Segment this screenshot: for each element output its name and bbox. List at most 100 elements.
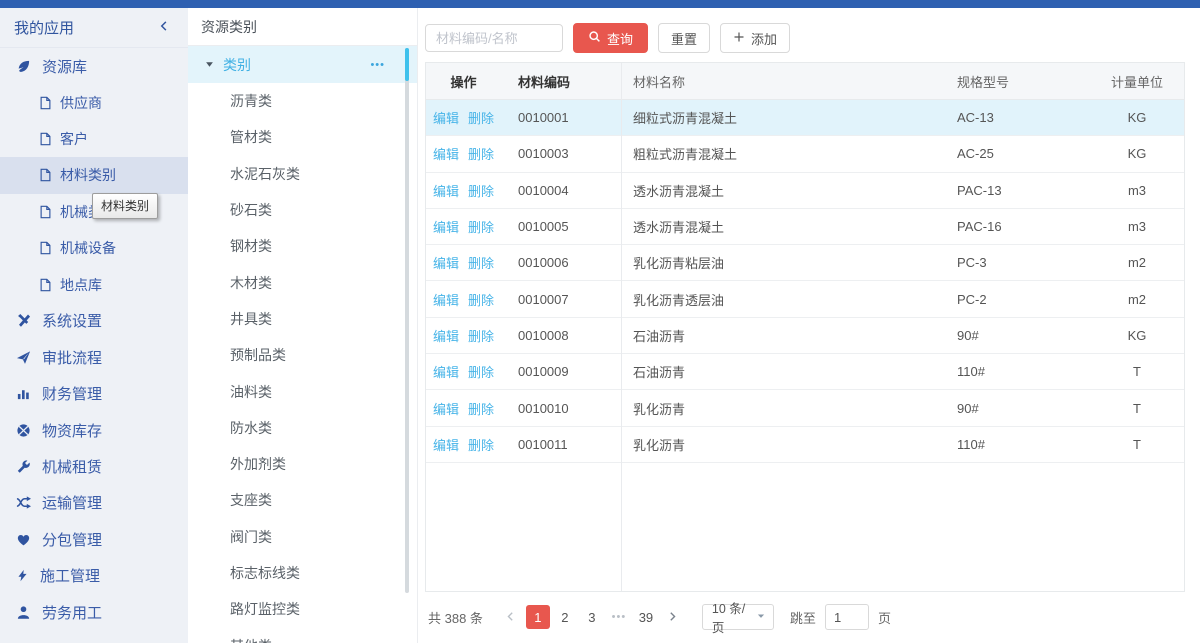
category-item[interactable]: 阀门类 (188, 519, 417, 555)
edit-link[interactable]: 编辑 (433, 217, 459, 236)
sidebar-item-label: 分包管理 (42, 529, 102, 550)
leaf-icon (16, 59, 31, 74)
main-content: 查询 重置 添加 操作 材料编码 材料名称 规格型号 计量单位 编辑删除 001… (418, 8, 1200, 643)
edit-link[interactable]: 编辑 (433, 399, 459, 418)
table-row[interactable]: 编辑删除 0010011 乳化沥青 110# T (426, 427, 1184, 463)
edit-link[interactable]: 编辑 (433, 181, 459, 200)
search-input[interactable] (425, 24, 563, 52)
paper-plane-icon (16, 350, 31, 365)
edit-link[interactable]: 编辑 (433, 108, 459, 127)
table-row[interactable]: 编辑删除 0010006 乳化沥青粘层油 PC-3 m2 (426, 245, 1184, 281)
tools-icon (16, 313, 31, 328)
sidebar-item-machine-equipment[interactable]: 机械设备 (0, 230, 188, 266)
material-code: 0010005 (501, 219, 621, 234)
category-item[interactable]: 井具类 (188, 301, 417, 337)
sidebar-item-finance-management[interactable]: 财务管理 (0, 376, 188, 412)
sidebar-item-label: 劳务用工 (42, 602, 102, 623)
delete-link[interactable]: 删除 (468, 108, 494, 127)
table-row[interactable]: 编辑删除 0010010 乳化沥青 90# T (426, 390, 1184, 426)
edit-link[interactable]: 编辑 (433, 435, 459, 454)
category-item[interactable]: 砂石类 (188, 192, 417, 228)
edit-link[interactable]: 编辑 (433, 326, 459, 345)
query-button[interactable]: 查询 (573, 23, 648, 53)
column-header-actions: 操作 (426, 72, 501, 91)
table-row[interactable]: 编辑删除 0010004 透水沥青混凝土 PAC-13 m3 (426, 173, 1184, 209)
category-item[interactable]: 钢材类 (188, 228, 417, 264)
delete-link[interactable]: 删除 (468, 326, 494, 345)
sidebar-item-construction-management[interactable]: 施工管理 (0, 557, 188, 593)
delete-link[interactable]: 删除 (468, 181, 494, 200)
collapse-sidebar-button[interactable] (158, 19, 170, 36)
category-item[interactable]: 支座类 (188, 482, 417, 518)
sidebar-item-resource-library[interactable]: 资源库 (0, 48, 188, 84)
sidebar-item-subcontract-management[interactable]: 分包管理 (0, 521, 188, 557)
edit-link[interactable]: 编辑 (433, 362, 459, 381)
table-row[interactable]: 编辑删除 0010001 细粒式沥青混凝土 AC-13 KG (426, 100, 1184, 136)
category-item[interactable]: 标志标线类 (188, 555, 417, 591)
delete-link[interactable]: 删除 (468, 290, 494, 309)
delete-link[interactable]: 删除 (468, 217, 494, 236)
category-item[interactable]: 沥青类 (188, 83, 417, 119)
material-unit: m2 (1090, 255, 1184, 270)
category-item[interactable]: 防水类 (188, 410, 417, 446)
page-size-select[interactable]: 10 条/页 (702, 604, 774, 630)
document-icon (39, 241, 52, 255)
caret-down-icon[interactable] (205, 60, 214, 69)
sidebar-item-location-library[interactable]: 地点库 (0, 266, 188, 302)
delete-link[interactable]: 删除 (468, 362, 494, 381)
sidebar-item-material-category[interactable]: 材料类别 (0, 157, 188, 193)
material-name: 乳化沥青 (621, 435, 940, 454)
delete-link[interactable]: 删除 (468, 253, 494, 272)
category-panel: 资源类别 类别 ••• 沥青类 管材类 水泥石灰类 砂石类 钢材类 木材类 井具… (188, 8, 418, 643)
chevron-right-icon (667, 610, 678, 625)
sidebar-item-system-settings[interactable]: 系统设置 (0, 303, 188, 339)
more-actions-icon[interactable]: ••• (370, 59, 385, 71)
table-row[interactable]: 编辑删除 0010003 粗粒式沥青混凝土 AC-25 KG (426, 136, 1184, 172)
delete-link[interactable]: 删除 (468, 399, 494, 418)
next-page-button[interactable] (661, 605, 685, 629)
sidebar-item-supplier[interactable]: 供应商 (0, 84, 188, 120)
page-number-button[interactable]: 39 (634, 605, 658, 629)
table-row[interactable]: 编辑删除 0010009 石油沥青 110# T (426, 354, 1184, 390)
category-item[interactable]: 预制品类 (188, 337, 417, 373)
category-scrollbar[interactable] (405, 48, 409, 593)
sidebar-item-material-inventory[interactable]: 物资库存 (0, 412, 188, 448)
category-item[interactable]: 水泥石灰类 (188, 156, 417, 192)
add-button[interactable]: 添加 (720, 23, 790, 53)
previous-page-button[interactable] (499, 605, 523, 629)
material-code: 0010004 (501, 183, 621, 198)
table-row[interactable]: 编辑删除 0010008 石油沥青 90# KG (426, 318, 1184, 354)
reset-button[interactable]: 重置 (658, 23, 710, 53)
edit-link[interactable]: 编辑 (433, 290, 459, 309)
page-number-button[interactable]: 1 (526, 605, 550, 629)
chevron-left-icon (505, 610, 516, 625)
page-unit-label: 页 (878, 608, 891, 627)
sidebar-item-machine-rental[interactable]: 机械租赁 (0, 448, 188, 484)
sidebar-item-customer[interactable]: 客户 (0, 121, 188, 157)
jump-page-input[interactable] (825, 604, 869, 630)
caret-down-icon (756, 610, 766, 624)
delete-link[interactable]: 删除 (468, 435, 494, 454)
material-code: 0010009 (501, 364, 621, 379)
sidebar-item-approval-flow[interactable]: 审批流程 (0, 339, 188, 375)
delete-link[interactable]: 删除 (468, 144, 494, 163)
table-row[interactable]: 编辑删除 0010007 乳化沥青透层油 PC-2 m2 (426, 281, 1184, 317)
edit-link[interactable]: 编辑 (433, 253, 459, 272)
page-ellipsis-icon[interactable]: ••• (607, 605, 631, 629)
edit-link[interactable]: 编辑 (433, 144, 459, 163)
material-unit: KG (1090, 110, 1184, 125)
page-number-button[interactable]: 3 (580, 605, 604, 629)
table-row[interactable]: 编辑删除 0010005 透水沥青混凝土 PAC-16 m3 (426, 209, 1184, 245)
category-item[interactable]: 外加剂类 (188, 446, 417, 482)
category-tree-root[interactable]: 类别 ••• (188, 46, 417, 83)
category-scrollbar-thumb[interactable] (405, 48, 409, 81)
category-item[interactable]: 油料类 (188, 373, 417, 409)
category-item[interactable]: 其他类 (188, 627, 417, 643)
category-item[interactable]: 管材类 (188, 119, 417, 155)
sidebar-item-transport-management[interactable]: 运输管理 (0, 485, 188, 521)
sidebar-item-labor-employment[interactable]: 劳务用工 (0, 594, 188, 630)
category-item[interactable]: 路灯监控类 (188, 591, 417, 627)
page-number-button[interactable]: 2 (553, 605, 577, 629)
materials-table: 操作 材料编码 材料名称 规格型号 计量单位 编辑删除 0010001 细粒式沥… (425, 62, 1185, 592)
category-item[interactable]: 木材类 (188, 264, 417, 300)
